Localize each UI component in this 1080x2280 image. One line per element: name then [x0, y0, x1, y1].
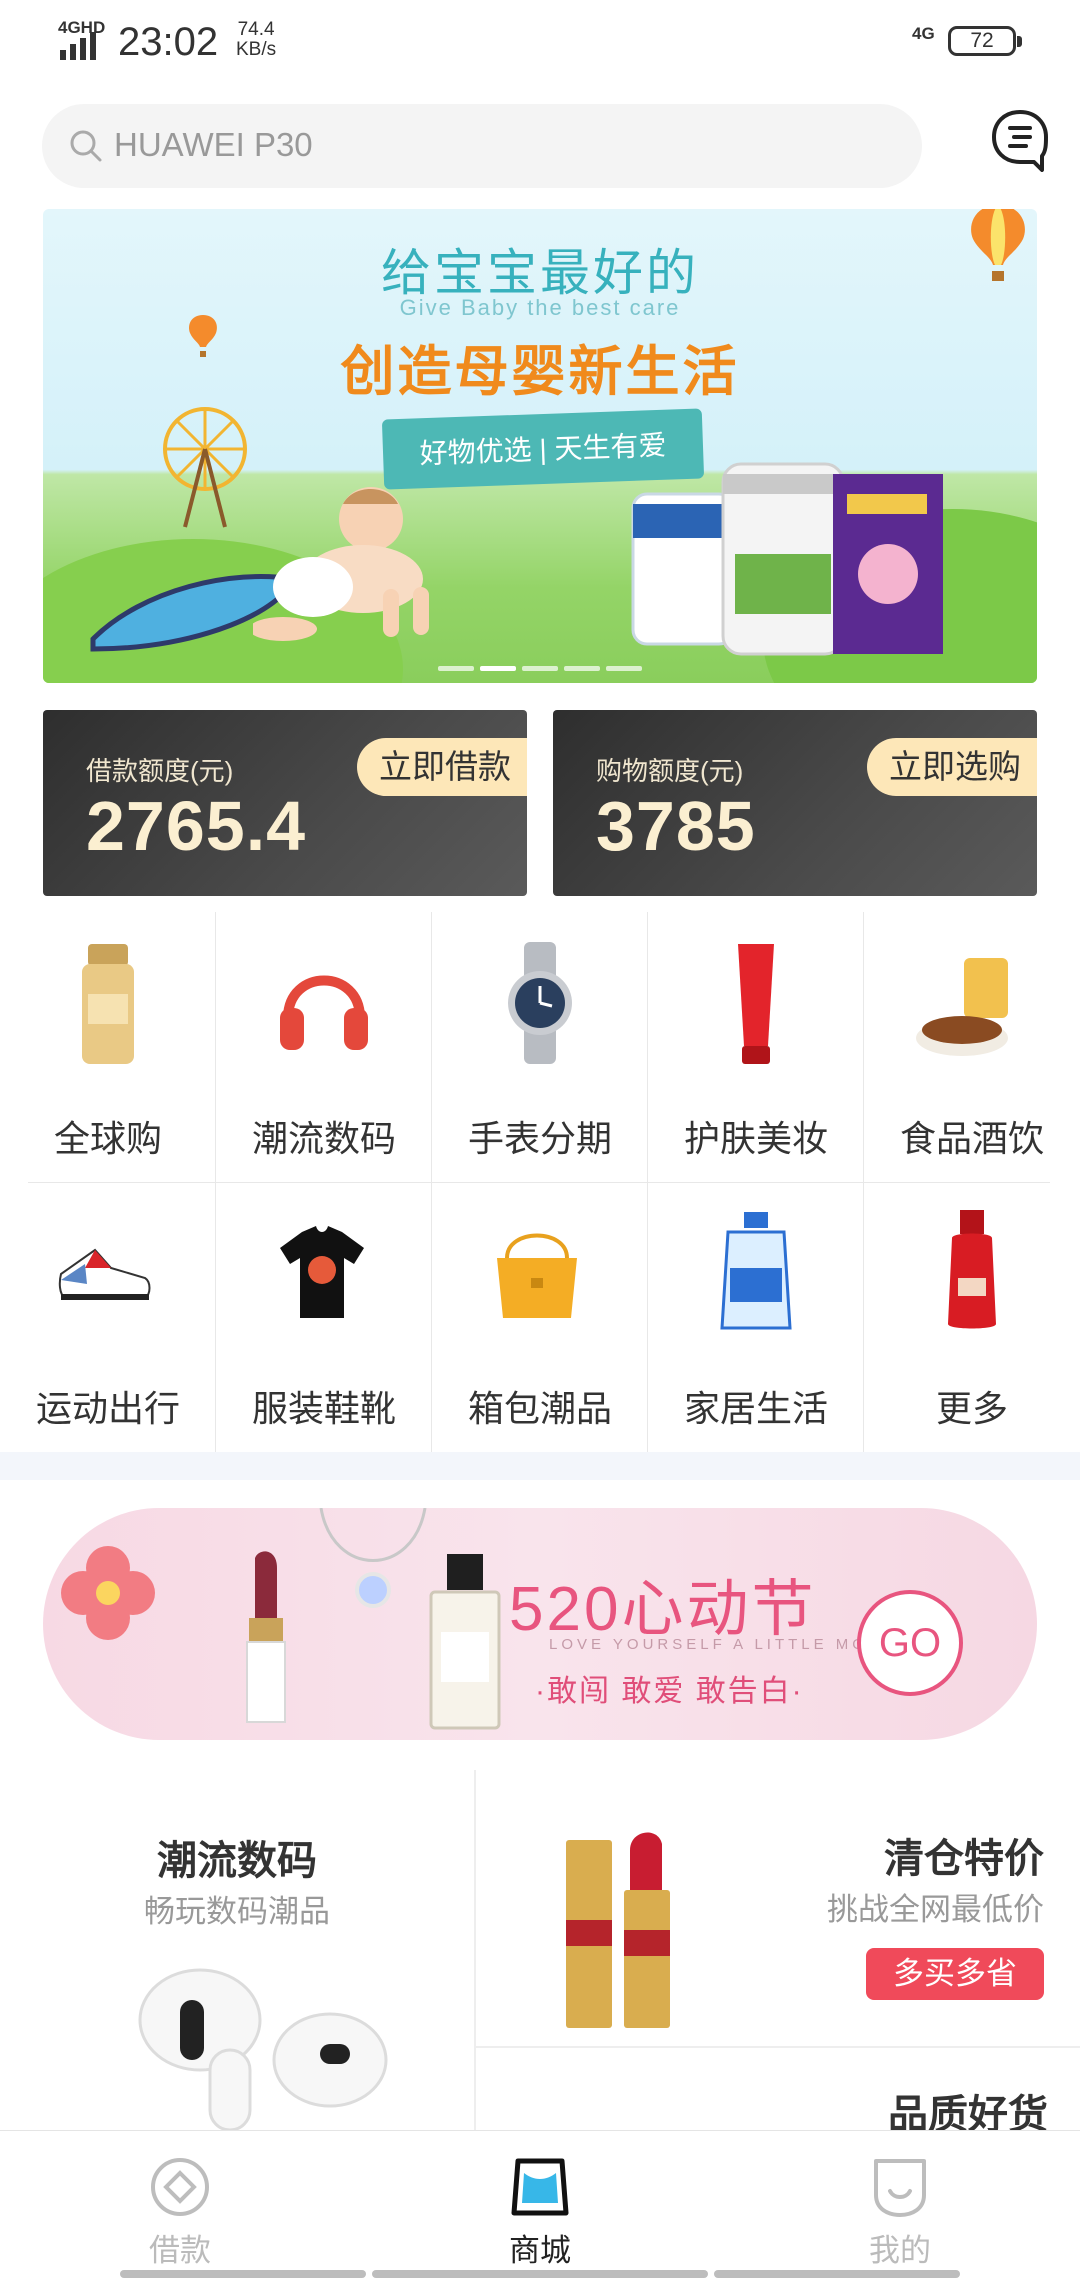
- message-icon[interactable]: [990, 108, 1050, 172]
- speed-unit: KB/s: [236, 39, 277, 60]
- cosmetic-tube-icon: [738, 944, 774, 1064]
- pagination-dot[interactable]: [564, 666, 600, 671]
- banner-pagination: [43, 658, 1037, 676]
- status-bar: 4GHD 23:02 74.4 KB/s 4G 72: [0, 0, 1080, 84]
- shop-now-button[interactable]: 立即选购: [867, 738, 1037, 796]
- pagination-dot[interactable]: [606, 666, 642, 671]
- feature-title: 潮流数码: [157, 1839, 317, 1883]
- banner-headline: 创造母婴新生活: [340, 342, 740, 402]
- category-label: 更多: [935, 1388, 1008, 1429]
- detergent-icon: [720, 1212, 792, 1330]
- baby-illustration: [253, 487, 429, 641]
- search-input[interactable]: HUAWEI P30: [42, 104, 922, 188]
- milk-powder-products: [631, 462, 943, 656]
- loan-credit-amount: 2765.4: [86, 787, 307, 865]
- serum-bottle-icon: [948, 1210, 996, 1329]
- category-label: 潮流数码: [251, 1118, 396, 1159]
- category-item-sports[interactable]: 运动出行: [0, 1182, 216, 1452]
- promo-title: 520心动节: [509, 1575, 817, 1644]
- ferris-wheel-icon: [163, 407, 247, 528]
- earbuds-icon: [138, 1968, 388, 2130]
- pagination-dot[interactable]: [522, 666, 558, 671]
- category-item-skincare[interactable]: 护肤美妆: [648, 912, 864, 1182]
- category-label: 运动出行: [35, 1388, 180, 1429]
- tab-label: 我的: [869, 2233, 931, 2268]
- buy-more-save-tag[interactable]: 多买多省: [866, 1948, 1044, 2000]
- category-item-home[interactable]: 家居生活: [648, 1182, 864, 1452]
- promo-subtitle: ·敢闯 敢爱 敢告白·: [535, 1675, 804, 1708]
- shopping-credit-card[interactable]: 购物额度(元) 3785 立即选购: [553, 710, 1037, 896]
- category-item-apparel[interactable]: 服装鞋靴: [216, 1182, 432, 1452]
- tab-loan[interactable]: 借款: [90, 2131, 270, 2271]
- category-label: 护肤美妆: [683, 1118, 828, 1159]
- bottom-tab-bar: 借款 商城 我的: [0, 2130, 1080, 2280]
- necklace-icon: [319, 1508, 427, 1608]
- banner-subtitle: Give Baby the best care: [399, 295, 681, 320]
- lipstick-pair-icon: [566, 1832, 670, 2028]
- gesture-bar: [372, 2270, 708, 2278]
- promo-banner-520[interactable]: 520心动节 LOVE YOURSELF A LITTLE MORE ·敢闯 敢…: [43, 1508, 1037, 1740]
- lipstick-icon: [246, 1551, 286, 1723]
- category-item-bags[interactable]: 箱包潮品: [432, 1182, 648, 1452]
- loan-credit-label: 借款额度(元): [86, 756, 234, 786]
- shopping-credit-amount: 3785: [596, 787, 756, 865]
- section-divider: [0, 1452, 1080, 1480]
- clock: 23:02: [118, 20, 219, 64]
- snack-bowl-icon: [916, 958, 1008, 1056]
- category-item-digital[interactable]: 潮流数码: [216, 912, 432, 1182]
- feature-card-clearance[interactable]: 清仓特价 挑战全网最低价: [476, 1770, 1080, 2046]
- mall-tab-icon: [511, 2158, 569, 2216]
- pagination-dot[interactable]: [438, 666, 474, 671]
- category-item-global[interactable]: 全球购: [0, 912, 216, 1182]
- gesture-bar: [120, 2270, 366, 2278]
- category-item-more[interactable]: 更多: [864, 1182, 1080, 1452]
- feature-card-quality[interactable]: 品质好货: [476, 2048, 1080, 2137]
- category-label: 食品酒饮: [899, 1118, 1044, 1159]
- category-label: 手表分期: [467, 1118, 612, 1159]
- network-type-right: 4G: [912, 24, 935, 43]
- watch-icon: [508, 942, 572, 1064]
- promo-english-tagline: LOVE YOURSELF A LITTLE MORE: [549, 1636, 897, 1653]
- category-item-watch[interactable]: 手表分期: [432, 912, 648, 1182]
- category-grid: 全球购 潮流数码 手表分期 护肤美妆 食品酒饮 运动出行 服装鞋靴 箱包潮品 家…: [0, 912, 1080, 1452]
- feature-card-digital[interactable]: 潮流数码 畅玩数码潮品: [0, 1770, 474, 2130]
- feature-subtitle: 畅玩数码潮品: [144, 1894, 330, 1929]
- tab-label: 商城: [509, 2233, 571, 2268]
- search-placeholder: HUAWEI P30: [114, 126, 313, 163]
- sneaker-icon: [58, 1248, 151, 1300]
- loan-tab-icon: [151, 2158, 209, 2216]
- sunscreen-icon: [82, 944, 134, 1064]
- category-label: 全球购: [53, 1118, 162, 1159]
- network-type: 4GHD: [58, 18, 106, 37]
- tab-profile[interactable]: 我的: [810, 2131, 990, 2271]
- tshirt-icon: [280, 1226, 364, 1318]
- tab-mall[interactable]: 商城: [450, 2131, 630, 2271]
- feature-title: 清仓特价: [884, 1837, 1044, 1881]
- borrow-now-button[interactable]: 立即借款: [357, 738, 527, 796]
- battery-indicator: 72: [948, 26, 1022, 56]
- profile-tab-icon: [874, 2159, 926, 2217]
- feature-subtitle: 挑战全网最低价: [827, 1892, 1044, 1927]
- handbag-icon: [497, 1233, 577, 1318]
- category-item-food[interactable]: 食品酒饮: [864, 912, 1080, 1182]
- category-label: 箱包潮品: [467, 1388, 612, 1429]
- loan-credit-card[interactable]: 借款额度(元) 2765.4 立即借款: [43, 710, 527, 896]
- network-speed: 74.4 KB/s: [236, 20, 276, 60]
- perfume-icon: [429, 1554, 501, 1730]
- speed-value: 74.4: [237, 19, 275, 40]
- category-label: 服装鞋靴: [251, 1388, 396, 1429]
- category-label: 家居生活: [683, 1388, 828, 1429]
- headphones-icon: [280, 975, 368, 1050]
- promo-go-button[interactable]: GO: [857, 1590, 963, 1696]
- search-icon: [70, 130, 102, 162]
- main-banner[interactable]: 给宝宝最好的 Give Baby the best care 创造母婴新生活 好…: [43, 209, 1037, 683]
- gesture-bar: [714, 2270, 960, 2278]
- flower-icon: [61, 1546, 155, 1640]
- pagination-dot-active[interactable]: [480, 666, 516, 671]
- tab-label: 借款: [149, 2233, 211, 2268]
- shopping-credit-label: 购物额度(元): [596, 756, 744, 786]
